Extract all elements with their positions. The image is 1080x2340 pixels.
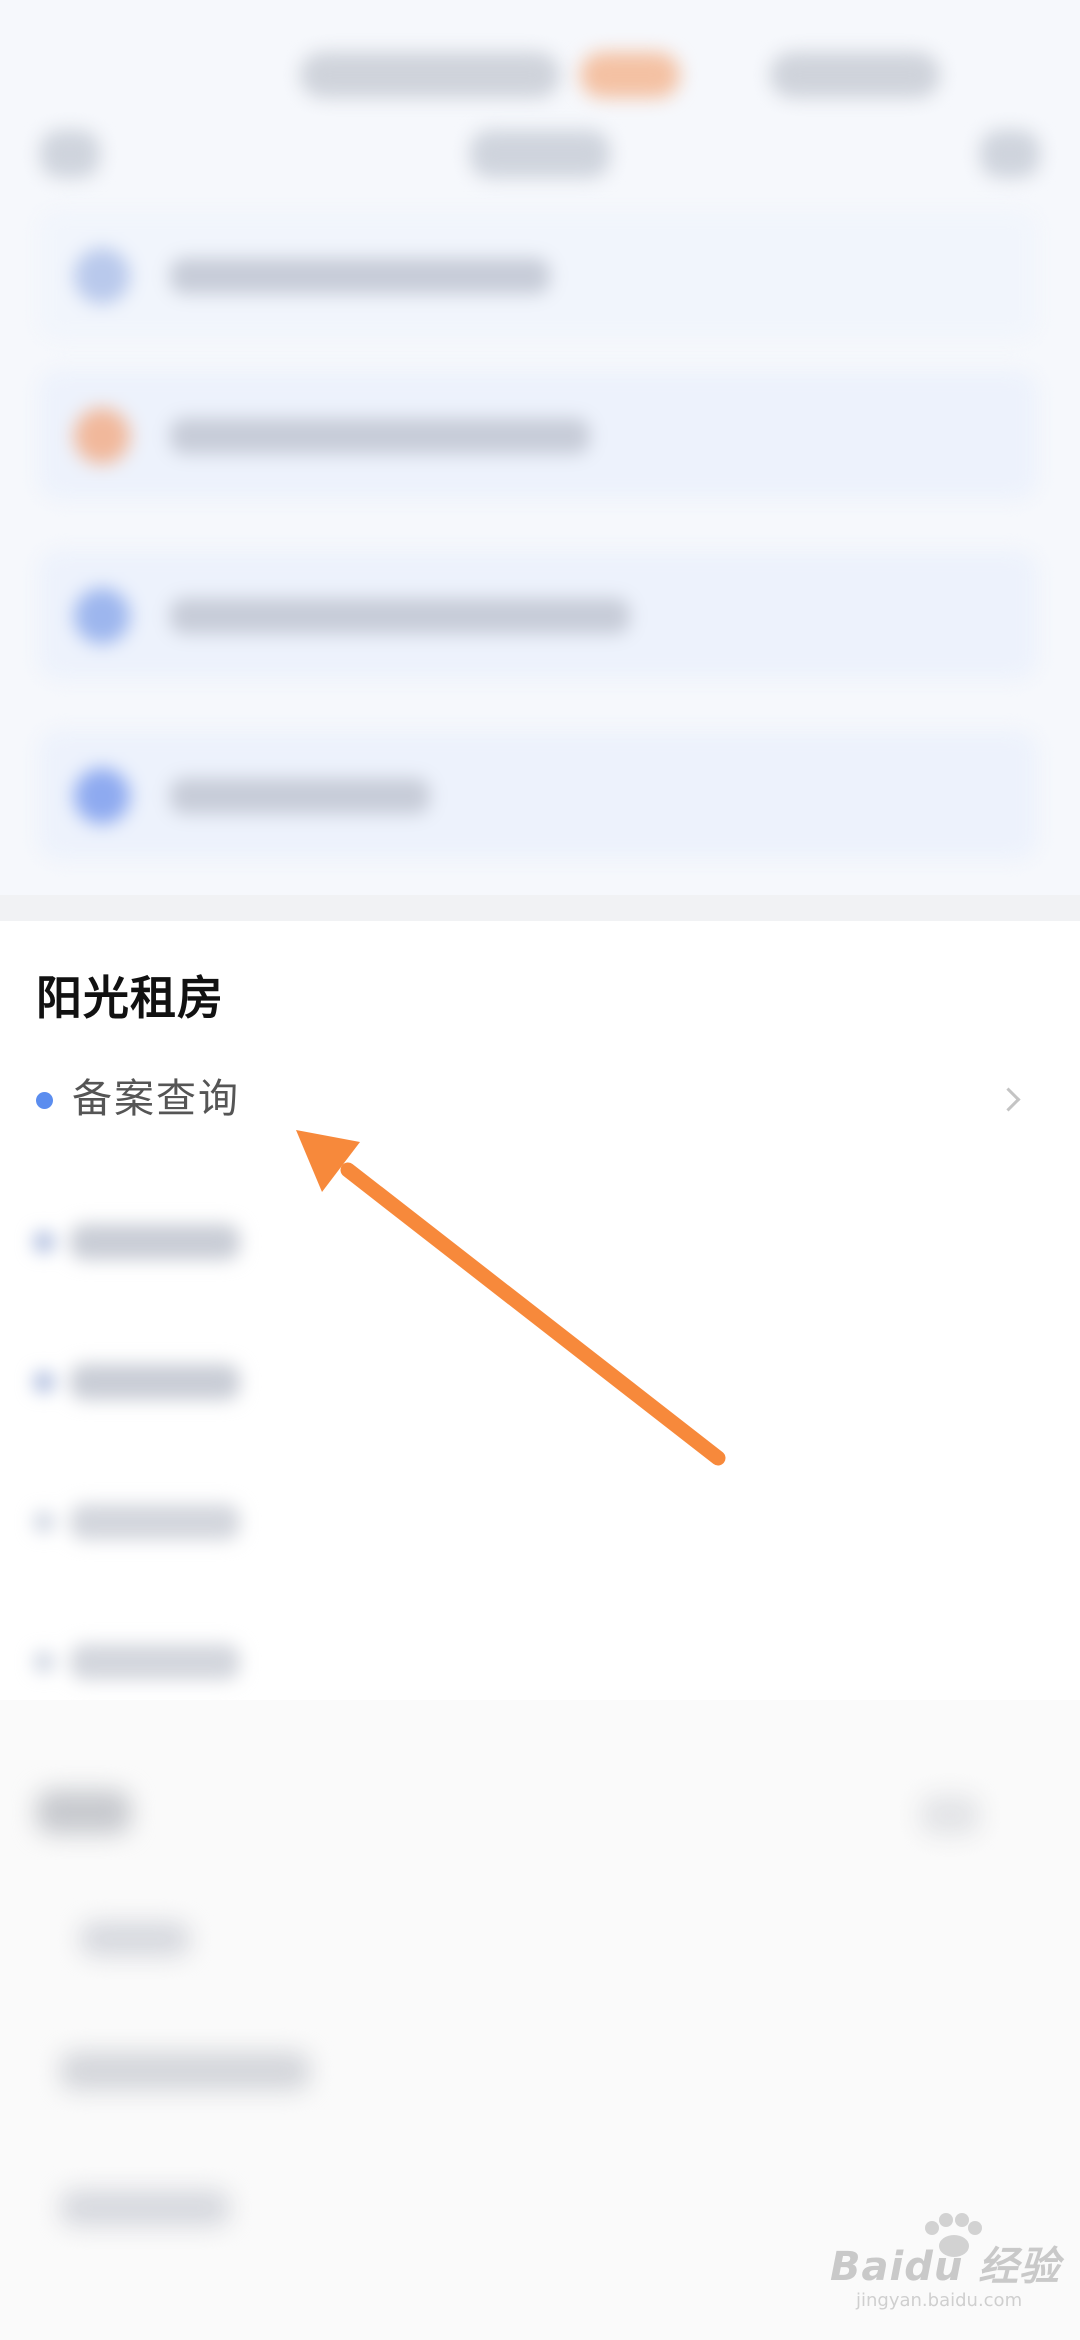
blurred-card-text (170, 418, 590, 454)
blurred-card (38, 730, 1038, 860)
blurred-heading (36, 1790, 131, 1834)
status-bar-badge-blurred (580, 52, 680, 98)
list-item-label: 备案查询 (72, 1076, 240, 1122)
blurred-label (70, 1224, 240, 1260)
section-title: 阳光租房 (36, 971, 224, 1025)
header-action-blurred (980, 130, 1040, 178)
header-title-blurred (470, 130, 610, 178)
blurred-card (38, 210, 1038, 340)
blurred-label (70, 1644, 240, 1680)
blurred-card-text (170, 258, 550, 294)
blurred-chevron (920, 1795, 980, 1835)
blurred-card-icon (74, 588, 130, 644)
list-item-record-query[interactable]: 备案查询 (0, 1066, 1080, 1146)
blurred-label (60, 2190, 230, 2226)
watermark-text: Baidu 经验 (830, 2244, 1061, 2290)
blurred-card (38, 550, 1038, 680)
blurred-list-item (0, 1630, 1080, 1710)
blurred-card-text (170, 778, 430, 814)
blurred-card-text (170, 598, 630, 634)
blurred-label (70, 1504, 240, 1540)
blurred-top-region (0, 0, 1080, 900)
blurred-label (60, 2052, 310, 2090)
blurred-bullet (34, 1652, 54, 1672)
baidu-watermark: Baidu 经验 jingyan.baidu.com (826, 2212, 1066, 2322)
bullet-dot (36, 1092, 53, 1109)
blurred-list-item (0, 1350, 1080, 1430)
blurred-list-item (0, 1490, 1080, 1570)
blurred-list-item (0, 1210, 1080, 1290)
blurred-label (70, 1364, 240, 1400)
blurred-label (80, 1922, 190, 1956)
blurred-card (38, 370, 1038, 500)
status-bar-right-blurred (770, 52, 940, 98)
status-bar-blurred (300, 52, 560, 98)
blurred-card-icon (74, 248, 130, 304)
watermark-url: jingyan.baidu.com (856, 2290, 1023, 2311)
chevron-right-icon (996, 1087, 1021, 1112)
back-icon-blurred (40, 130, 100, 178)
blurred-bullet (34, 1512, 54, 1532)
section-divider (0, 895, 1080, 921)
blurred-card-icon (74, 768, 130, 824)
blurred-bullet (34, 1232, 54, 1252)
blurred-card-icon (74, 408, 130, 464)
blurred-bullet (34, 1372, 54, 1392)
